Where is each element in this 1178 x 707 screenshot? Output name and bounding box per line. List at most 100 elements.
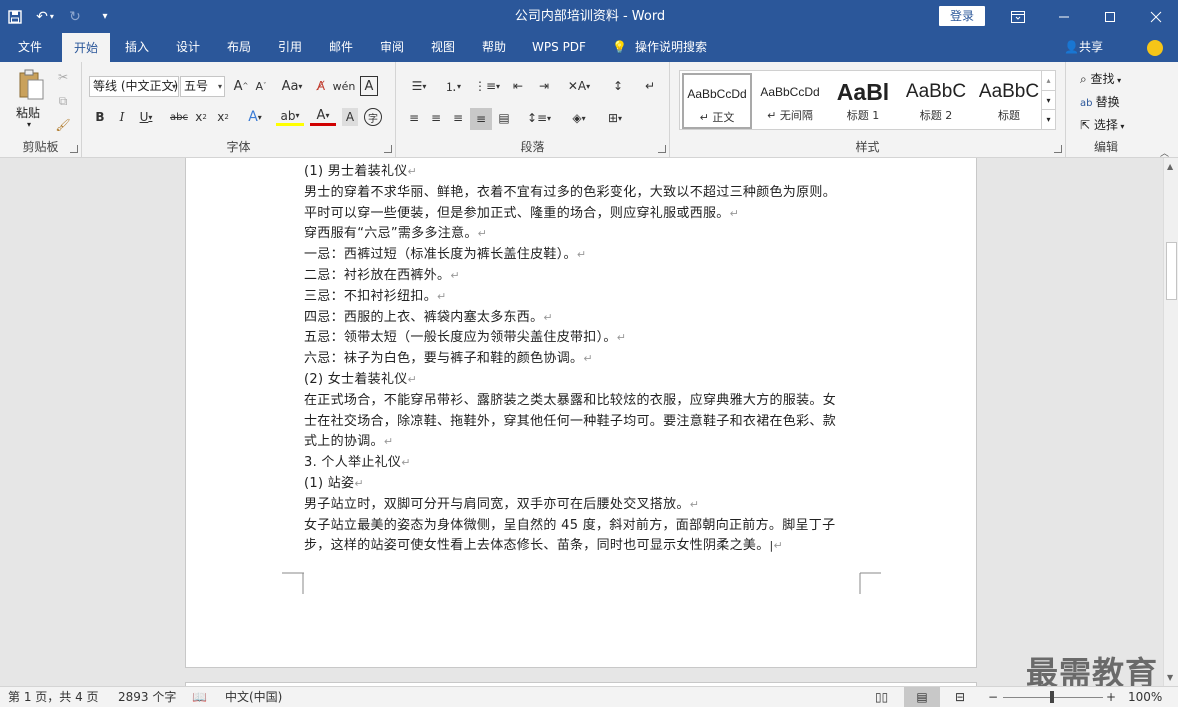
- ribbon-display-options-icon[interactable]: [995, 0, 1041, 33]
- show-hide-marks-icon[interactable]: ↵: [640, 76, 660, 96]
- web-layout-icon[interactable]: ⊟: [955, 687, 965, 707]
- tab-references[interactable]: 引用: [268, 33, 312, 62]
- font-name-combo[interactable]: 等线 (中文正文) ▾: [89, 76, 179, 97]
- shading-icon[interactable]: ◈ ▾: [564, 108, 594, 128]
- redo-icon[interactable]: ↻: [60, 0, 90, 33]
- page-count[interactable]: 第 1 页，共 4 页: [8, 687, 99, 707]
- align-left-icon[interactable]: ≡: [404, 108, 424, 128]
- tell-me-search[interactable]: 💡 操作说明搜索: [612, 33, 722, 62]
- clear-formatting-icon[interactable]: A̸: [312, 76, 330, 96]
- share-button[interactable]: 👤共享: [1064, 33, 1103, 62]
- tab-view[interactable]: 视图: [421, 33, 465, 62]
- italic-icon[interactable]: I: [114, 108, 130, 126]
- borders-icon[interactable]: ⊞ ▾: [600, 108, 630, 128]
- line-spacing-icon[interactable]: ↕≡ ▾: [524, 108, 554, 128]
- login-button[interactable]: 登录: [939, 6, 985, 26]
- style-title[interactable]: AaBbC 标题: [974, 73, 1044, 129]
- underline-icon[interactable]: U ▾: [134, 108, 158, 126]
- tab-help[interactable]: 帮助: [472, 33, 516, 62]
- character-shading-icon[interactable]: A: [342, 108, 358, 126]
- crop-mark: [282, 572, 304, 594]
- chinese-layout-icon[interactable]: ✕A ▾: [564, 76, 594, 96]
- tab-wps-pdf[interactable]: WPS PDF: [523, 33, 595, 62]
- increase-indent-icon[interactable]: ⇥: [534, 76, 554, 96]
- font-launcher-icon[interactable]: [384, 145, 392, 153]
- close-icon[interactable]: [1133, 0, 1178, 33]
- cut-icon[interactable]: ✂: [54, 68, 72, 86]
- zoom-slider-thumb[interactable]: [1050, 691, 1054, 703]
- zoom-in-icon[interactable]: +: [1106, 687, 1116, 707]
- bullets-icon[interactable]: ☰ ▾: [404, 76, 434, 96]
- read-mode-icon[interactable]: ▯▯: [875, 687, 888, 707]
- customize-qat-icon[interactable]: ▾: [90, 0, 120, 33]
- scroll-thumb[interactable]: [1166, 242, 1177, 300]
- multilevel-list-icon[interactable]: ⋮≡ ▾: [472, 76, 502, 96]
- find-button[interactable]: ⌕ 查找 ▾: [1080, 70, 1121, 87]
- document-body[interactable]: (1) 男士着装礼仪↵ 男士的穿着不求华丽、鲜艳，衣着不宜有过多的色彩变化，大致…: [304, 162, 864, 557]
- superscript-icon[interactable]: x2: [214, 108, 232, 126]
- phonetic-guide-icon[interactable]: wén: [333, 76, 356, 96]
- bold-icon[interactable]: B: [92, 108, 108, 126]
- feedback-smiley-icon[interactable]: [1147, 40, 1163, 56]
- tab-home[interactable]: 开始: [62, 33, 110, 62]
- sort-icon[interactable]: ↕: [608, 76, 628, 96]
- tab-review[interactable]: 审阅: [370, 33, 414, 62]
- font-size-value: 五号: [184, 79, 209, 93]
- undo-icon[interactable]: ↶ ▾: [30, 0, 60, 33]
- tab-file[interactable]: 文件: [8, 33, 52, 62]
- paste-dropdown-icon[interactable]: ▾: [27, 120, 31, 129]
- enclose-characters-icon[interactable]: 字: [364, 108, 382, 126]
- zoom-out-icon[interactable]: −: [988, 687, 998, 707]
- tab-layout[interactable]: 布局: [217, 33, 261, 62]
- highlight-color-icon[interactable]: ab ▾: [276, 108, 304, 126]
- print-layout-icon[interactable]: ▤: [904, 687, 940, 707]
- numbering-icon[interactable]: ⒈ ▾: [438, 76, 468, 96]
- styles-launcher-icon[interactable]: [1054, 145, 1062, 153]
- styles-more-icon[interactable]: ▾: [1042, 109, 1055, 128]
- save-icon[interactable]: [0, 0, 30, 33]
- subscript-icon[interactable]: x2: [192, 108, 210, 126]
- chevron-up-icon[interactable]: ▴: [1042, 71, 1055, 90]
- paste-label[interactable]: 粘贴: [16, 104, 40, 121]
- status-bar: 第 1 页，共 4 页 2893 个字 📖 中文(中国) ▯▯ ▤ ⊟ − + …: [0, 686, 1178, 707]
- language[interactable]: 中文(中国): [225, 687, 282, 707]
- minimize-icon[interactable]: [1041, 0, 1087, 33]
- font-size-combo[interactable]: 五号 ▾: [180, 76, 225, 97]
- text-effects-icon[interactable]: A ▾: [242, 108, 268, 126]
- align-right-icon[interactable]: ≡: [448, 108, 468, 128]
- zoom-level[interactable]: 100%: [1128, 687, 1162, 707]
- word-count[interactable]: 2893 个字: [118, 687, 176, 707]
- copy-icon[interactable]: ⧉: [54, 92, 72, 110]
- style-normal[interactable]: AaBbCcDd ↵ 正文: [682, 73, 752, 129]
- doc-line: 六忌：袜子为白色，要与裤子和鞋的颜色协调。↵: [304, 351, 593, 367]
- tab-design[interactable]: 设计: [166, 33, 210, 62]
- chevron-down-icon[interactable]: ▾: [1042, 90, 1055, 109]
- style-heading-2[interactable]: AaBbC 标题 2: [901, 73, 971, 129]
- search-icon: ⌕: [1080, 72, 1091, 86]
- style-heading-1[interactable]: AaBl 标题 1: [828, 73, 898, 129]
- format-painter-icon[interactable]: 🖌: [54, 116, 72, 134]
- clipboard-launcher-icon[interactable]: [70, 145, 78, 153]
- paragraph-launcher-icon[interactable]: [658, 145, 666, 153]
- replace-button[interactable]: ab 替换: [1080, 93, 1120, 110]
- shrink-font-icon[interactable]: Aˇ: [252, 76, 270, 96]
- vertical-scrollbar[interactable]: ▲ ▼: [1163, 158, 1178, 686]
- maximize-icon[interactable]: [1087, 0, 1133, 33]
- style-no-spacing[interactable]: AaBbCcDd ↵ 无间隔: [755, 73, 825, 129]
- strikethrough-icon[interactable]: abc: [168, 108, 190, 126]
- proofing-icon[interactable]: 📖: [192, 687, 207, 707]
- font-color-icon[interactable]: A ▾: [310, 108, 336, 126]
- paste-icon[interactable]: [14, 68, 48, 102]
- decrease-indent-icon[interactable]: ⇤: [508, 76, 528, 96]
- scroll-up-icon[interactable]: ▲: [1167, 162, 1173, 171]
- scroll-down-icon[interactable]: ▼: [1167, 673, 1173, 682]
- select-button[interactable]: ⇱ 选择 ▾: [1080, 116, 1124, 133]
- tab-insert[interactable]: 插入: [115, 33, 159, 62]
- character-border-icon[interactable]: A: [360, 76, 378, 96]
- grow-font-icon[interactable]: A ^: [232, 76, 250, 96]
- align-center-icon[interactable]: ≡: [426, 108, 446, 128]
- distributed-icon[interactable]: ▤: [494, 108, 514, 128]
- justify-icon[interactable]: ≡: [470, 108, 492, 130]
- change-case-icon[interactable]: Aa ▾: [278, 76, 306, 96]
- tab-mailings[interactable]: 邮件: [319, 33, 363, 62]
